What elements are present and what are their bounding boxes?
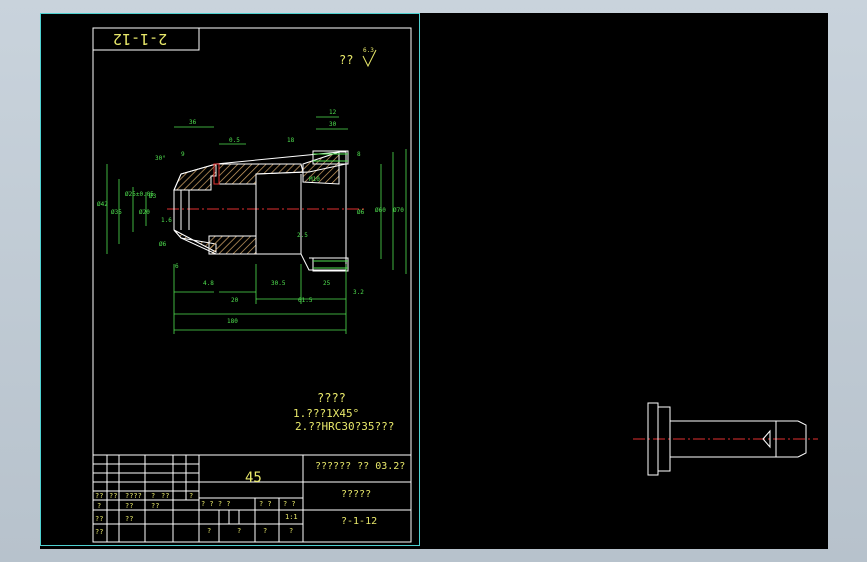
material-label: 45 — [245, 470, 262, 486]
tb-bottom-4: ? — [289, 527, 294, 535]
roughness-value: 6.3 — [363, 47, 374, 54]
tb-header-6: ? — [189, 492, 194, 500]
dim-bottom-6: 25 — [323, 280, 331, 287]
part-section — [173, 150, 349, 272]
dim-hole: 1.6 — [161, 217, 172, 224]
shaft-preview — [633, 402, 818, 476]
note-line-2: 2.??HRC30?35??? — [295, 420, 395, 433]
tb-bottom-2: ? — [237, 527, 242, 535]
dim-left-5: Ø3 — [149, 193, 157, 200]
dim-chamfer-left: 9 — [181, 151, 185, 158]
tb-row2-3: ?? — [151, 502, 160, 510]
tb-row2-1: ? — [97, 502, 102, 510]
tb-header-4: ? — [151, 492, 156, 500]
dim-bottom-1: 6 — [175, 263, 179, 270]
tb-row3-2: ?? — [125, 515, 134, 523]
tb-bottom-3: ? — [263, 527, 268, 535]
dim-top-2: 0.5 — [229, 137, 240, 144]
tb-row2-2: ?? — [125, 502, 134, 510]
dim-right-1: Ø6 — [357, 209, 365, 216]
dim-bottom-3: 20 — [231, 297, 239, 304]
drawing-code: ?-1-12 — [341, 516, 378, 527]
dim-chamfer-right: 8 — [357, 151, 361, 158]
tb-weight-label: ? ? — [259, 500, 272, 508]
dim-bottom-5: 61.5 — [298, 297, 313, 304]
tb-stage-label: ? ? ? ? — [201, 500, 231, 508]
title-cell-right-mid: ????? — [341, 489, 372, 500]
dim-top-3: 18 — [287, 137, 295, 144]
tb-scale-value: 1:1 — [285, 513, 298, 521]
drawing-number-flipped: 2-1-12 — [113, 30, 168, 48]
dim-total: 180 — [227, 318, 238, 325]
tb-header-3: ???? — [125, 492, 142, 500]
tb-row4-1: ?? — [95, 528, 104, 536]
roughness-prefix: ?? — [339, 53, 354, 67]
note-line-1: 1.???1X45° — [293, 407, 360, 420]
title-cell-right-top: ?????? ?? 03.2? — [315, 461, 406, 472]
tb-scale-label: ? ? — [283, 500, 296, 508]
tb-header-2: ?? — [109, 492, 118, 500]
dim-left-6: Ø6 — [159, 241, 167, 248]
cad-viewport[interactable]: 2-1-12 ?? 6.3 36 0.5 18 30 12 30° 9 8 Ø4… — [40, 13, 828, 549]
dim-right-2: Ø60 — [375, 207, 386, 214]
dim-angle: 30° — [155, 155, 166, 162]
dim-mid-1: M10 — [309, 176, 320, 183]
dim-top-5: 12 — [329, 109, 337, 116]
drawing-sheet-frame: 2-1-12 ?? 6.3 36 0.5 18 30 12 30° 9 8 Ø4… — [40, 13, 420, 546]
dim-left-4: Ø20 — [139, 209, 150, 216]
dim-bottom-4: 30.5 — [271, 280, 286, 287]
dim-right-3: Ø70 — [393, 207, 404, 214]
notes-title: ???? — [317, 391, 346, 405]
dim-top-1: 36 — [189, 119, 197, 126]
dim-left-1: Ø42 — [97, 201, 108, 208]
dim-top-4: 30 — [329, 121, 337, 128]
tb-bottom-1: ? — [207, 527, 212, 535]
tb-row3-1: ?? — [95, 515, 104, 523]
dim-bottom-2: 4.8 — [203, 280, 214, 287]
dim-ra: 3.2 — [353, 289, 364, 296]
tb-header-1: ?? — [95, 492, 104, 500]
dim-small-1: 2.5 — [297, 232, 308, 239]
tb-header-5: ?? — [161, 492, 170, 500]
dim-left-2: Ø35 — [111, 209, 122, 216]
